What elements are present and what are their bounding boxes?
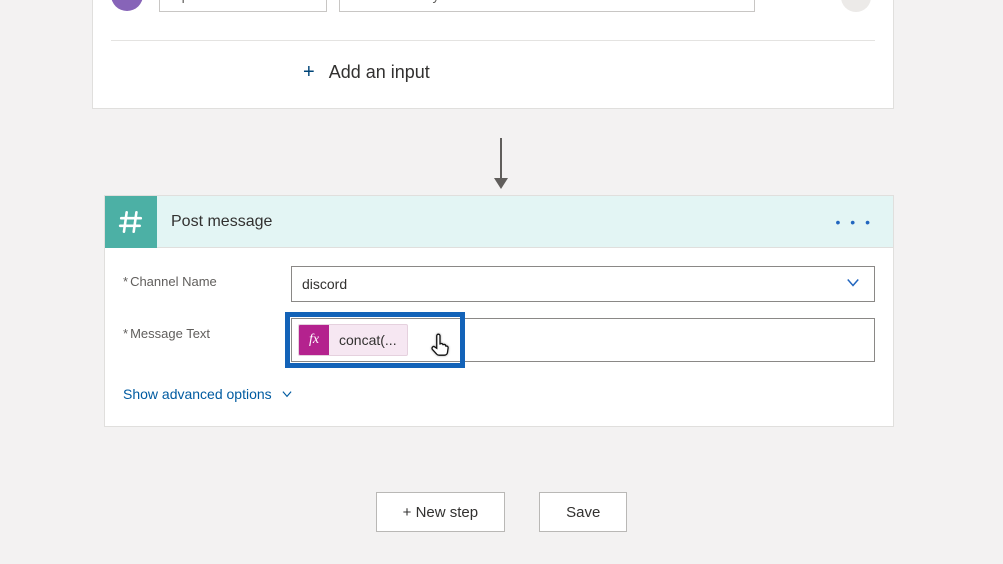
action-card: Post message • • • *Channel Name discord… [104, 195, 894, 427]
chevron-down-icon [844, 274, 862, 295]
message-label: *Message Text [123, 318, 291, 341]
avatar: A [111, 0, 143, 11]
flow-connector [493, 138, 509, 194]
action-header[interactable]: Post message • • • [105, 196, 893, 248]
delete-input-button[interactable] [841, 0, 871, 12]
fx-icon: fx [299, 325, 329, 355]
plus-icon: + [303, 61, 315, 84]
save-button[interactable]: Save [539, 492, 627, 532]
new-step-button[interactable]: + New step [376, 492, 505, 532]
message-text-input[interactable]: fx concat(... [291, 318, 875, 362]
action-title: Post message [171, 213, 272, 231]
action-menu-button[interactable]: • • • [830, 208, 879, 236]
channel-select[interactable]: discord [291, 266, 875, 302]
chevron-down-icon [280, 387, 294, 401]
trigger-card: A Inputs Please enter your email + Add a… [92, 0, 894, 109]
expression-text: concat(... [329, 332, 407, 348]
input-name-field[interactable]: Inputs [159, 0, 327, 12]
show-advanced-options[interactable]: Show advanced options [123, 386, 294, 402]
add-input-button[interactable]: + Add an input [93, 41, 893, 108]
input-placeholder-field[interactable]: Please enter your email [339, 0, 755, 12]
hash-icon [105, 196, 157, 248]
channel-label: *Channel Name [123, 266, 291, 289]
message-row: *Message Text fx concat(... [123, 318, 875, 362]
channel-value: discord [302, 276, 347, 292]
action-body: *Channel Name discord *Message Text [105, 248, 893, 426]
trigger-input-row: A Inputs Please enter your email [93, 0, 893, 18]
arrow-down-icon [494, 178, 508, 189]
advanced-label: Show advanced options [123, 386, 272, 402]
expression-chip[interactable]: fx concat(... [298, 324, 408, 356]
add-input-label: Add an input [329, 62, 430, 83]
channel-row: *Channel Name discord [123, 266, 875, 302]
footer-buttons: + New step Save [0, 492, 1003, 532]
